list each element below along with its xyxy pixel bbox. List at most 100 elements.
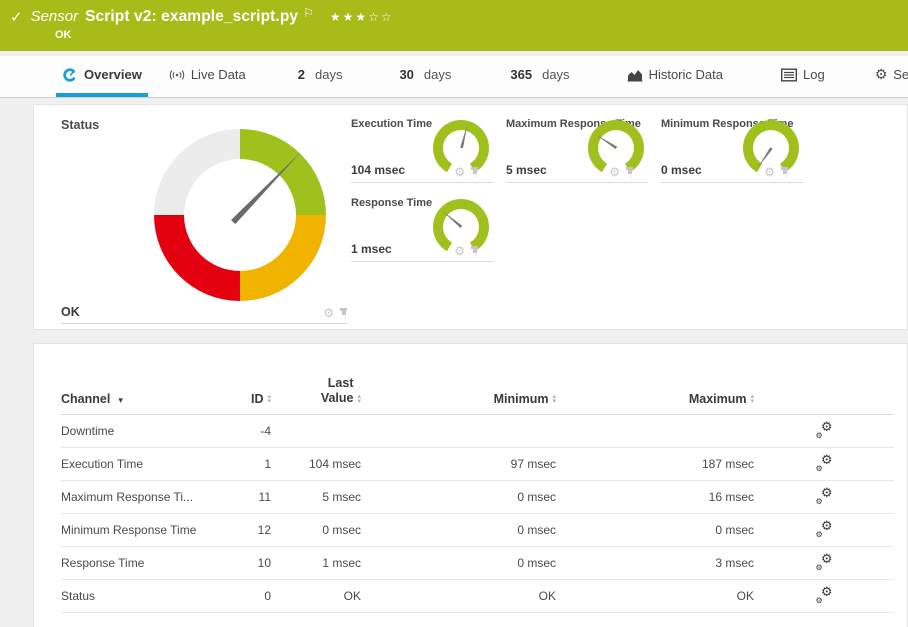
mini-gauge-value: 5 msec [506,163,547,177]
cell-minimum [361,415,556,448]
mini-gauge-value: 104 msec [351,163,405,177]
mini-gauge-value: 0 msec [661,163,702,177]
tab-2-days[interactable]: 2 days [292,56,349,97]
tab-live-data[interactable]: Live Data [163,56,252,97]
priority-stars-rating[interactable]: ★★★☆☆ [330,10,394,24]
column-header-channel-label: Channel [61,392,110,406]
channel-settings-icon[interactable]: ⚙⚙ [816,554,833,569]
gauge-settings-gear-icon[interactable]: ⚙ [323,307,334,319]
column-header-last-value[interactable]: Last Value ▴▾ [271,376,361,415]
gauge-settings-gear-icon[interactable]: ⚙ [454,166,465,178]
priority-flag-icon[interactable]: ⚐ [303,6,314,20]
column-header-minimum-label: Minimum [494,392,549,406]
sensor-type-label: Sensor [31,8,79,25]
tab-30-days[interactable]: 30 days [393,56,457,97]
cell-maximum: 3 msec [556,547,754,580]
channel-link[interactable]: Downtime [61,424,114,438]
tab-bar-wrapper: Overview Live Data 2 days 30 days 365 da… [0,51,908,98]
channel-settings-icon[interactable]: ⚙⚙ [816,587,833,602]
channel-link[interactable]: Execution Time [61,457,143,471]
status-gauge-footer: OK ⚙ [61,297,348,324]
cell-id: -4 [221,415,271,448]
sort-icon[interactable]: ▴▾ [552,394,556,404]
tab-overview[interactable]: Overview [56,56,148,97]
tab-365-days[interactable]: 365 days [504,56,575,97]
tab-30-days-number: 30 [399,67,413,82]
gauge-pin-icon[interactable] [339,308,348,319]
cell-last-value: 1 msec [271,547,361,580]
table-row-response-time[interactable]: Response Time 10 1 msec 0 msec 3 msec ⚙⚙ [61,547,894,580]
table-row-minimum-response-time[interactable]: Minimum Response Time 12 0 msec 0 msec 0… [61,514,894,547]
column-header-channel[interactable]: Channel ▾ [61,376,221,415]
tab-2-days-number: 2 [298,67,305,82]
channel-link[interactable]: Status [61,589,95,603]
cell-maximum: 187 msec [556,448,754,481]
gauge-settings-gear-icon[interactable]: ⚙ [454,245,465,257]
table-row-status[interactable]: Status 0 OK OK OK ⚙⚙ [61,580,894,613]
tab-30-days-unit: days [424,67,451,82]
tab-365-days-number: 365 [510,67,532,82]
table-row-downtime[interactable]: Downtime -4 ⚙⚙ [61,415,894,448]
area-chart-icon [627,68,643,82]
cell-minimum: 0 msec [361,547,556,580]
channel-link[interactable]: Minimum Response Time [61,523,196,537]
sort-icon[interactable]: ▴▾ [267,394,271,404]
gauge-settings-gear-icon[interactable]: ⚙ [764,166,775,178]
column-header-last-value-label: Last Value [311,376,353,406]
sensor-status-text: OK [55,29,898,41]
cell-last-value: 0 msec [271,514,361,547]
table-row-maximum-response-time[interactable]: Maximum Response Ti... 11 5 msec 0 msec … [61,481,894,514]
table-row-execution-time[interactable]: Execution Time 1 104 msec 97 msec 187 ms… [61,448,894,481]
gauge-pin-icon[interactable] [625,167,634,178]
settings-gear-icon: ⚙ [875,66,888,83]
cell-id: 1 [221,448,271,481]
status-gauge-donut [154,129,326,301]
status-check-icon: ✓ [10,8,23,26]
cell-id: 12 [221,514,271,547]
column-header-actions [754,376,894,415]
channel-settings-icon[interactable]: ⚙⚙ [816,521,833,536]
sort-icon[interactable]: ▴▾ [750,394,754,404]
gauge-pin-icon[interactable] [780,167,789,178]
cell-minimum: OK [361,580,556,613]
tab-log[interactable]: Log [775,56,831,97]
column-header-id-label: ID [251,392,264,406]
cell-maximum: 16 msec [556,481,754,514]
cell-id: 0 [221,580,271,613]
column-header-id[interactable]: ID ▴▾ [221,376,271,415]
column-header-minimum[interactable]: Minimum ▴▾ [361,376,556,415]
cell-last-value: OK [271,580,361,613]
gauge-pin-icon[interactable] [470,246,479,257]
table-header-row: Channel ▾ ID ▴▾ Last Value ▴▾ [61,376,894,415]
log-list-icon [781,68,797,82]
channel-link[interactable]: Response Time [61,556,144,570]
cell-last-value: 104 msec [271,448,361,481]
cell-minimum: 0 msec [361,514,556,547]
cell-id: 10 [221,547,271,580]
tab-2-days-unit: days [315,67,342,82]
tab-overview-label: Overview [84,67,142,82]
tab-historic-data[interactable]: Historic Data [621,56,729,97]
column-header-maximum-label: Maximum [689,392,747,406]
gauge-settings-gear-icon[interactable]: ⚙ [609,166,620,178]
sort-icon[interactable]: ▴▾ [357,394,361,404]
tab-bar: Overview Live Data 2 days 30 days 365 da… [0,56,908,98]
channel-settings-icon[interactable]: ⚙⚙ [816,422,833,437]
column-header-maximum[interactable]: Maximum ▴▾ [556,376,754,415]
cell-last-value [271,415,361,448]
gauge-pin-icon[interactable] [470,167,479,178]
tab-historic-data-label: Historic Data [649,67,723,82]
channel-settings-icon[interactable]: ⚙⚙ [816,488,833,503]
tab-settings[interactable]: ⚙ Settings [869,56,908,97]
cell-id: 11 [221,481,271,514]
channel-link[interactable]: Maximum Response Ti... [61,490,193,504]
mini-gauge-value: 1 msec [351,242,392,256]
mini-gauges-grid: Execution Time 104 msec ⚙ Maximum Respon… [351,111,803,262]
overview-gauges-panel: Status OK ⚙ Execution Time 104 msec ⚙ Ma… [33,104,908,330]
status-gauge-title: Status [61,118,99,132]
tab-log-label: Log [803,67,825,82]
cell-last-value: 5 msec [271,481,361,514]
channel-settings-icon[interactable]: ⚙⚙ [816,455,833,470]
mini-gauge-hole [443,130,479,166]
mini-gauge-minimum-response-time: Minimum Response Time 0 msec ⚙ [661,111,803,183]
